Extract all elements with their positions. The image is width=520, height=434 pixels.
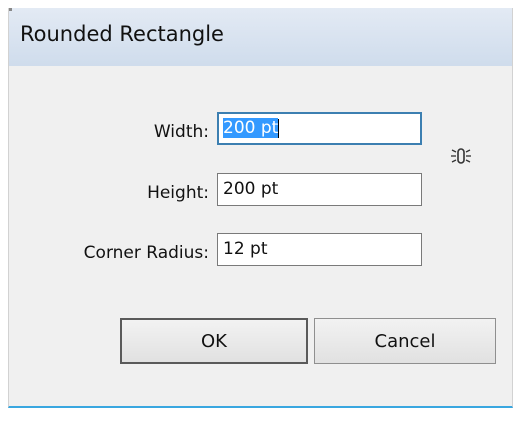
- corner-radius-value: 12 pt: [223, 239, 268, 259]
- width-label: Width:: [153, 122, 209, 142]
- corner-radius-label: Corner Radius:: [83, 243, 209, 263]
- rounded-rectangle-dialog: Rounded Rectangle Width: 200 pt Height: …: [8, 8, 513, 408]
- cancel-button[interactable]: Cancel: [314, 318, 496, 364]
- link-proportions-icon[interactable]: [449, 144, 473, 168]
- height-value: 200 pt: [223, 179, 279, 199]
- width-field[interactable]: 200 pt: [217, 112, 422, 145]
- height-label: Height:: [147, 183, 209, 203]
- dialog-titlebar[interactable]: Rounded Rectangle: [9, 8, 512, 66]
- dialog-title: Rounded Rectangle: [20, 22, 224, 46]
- corner-radius-field[interactable]: 12 pt: [217, 233, 422, 266]
- ok-button[interactable]: OK: [120, 318, 308, 364]
- window-corner-mark: [9, 8, 12, 11]
- text-caret: [278, 118, 280, 138]
- width-value: 200 pt: [223, 118, 279, 138]
- height-field[interactable]: 200 pt: [217, 173, 422, 206]
